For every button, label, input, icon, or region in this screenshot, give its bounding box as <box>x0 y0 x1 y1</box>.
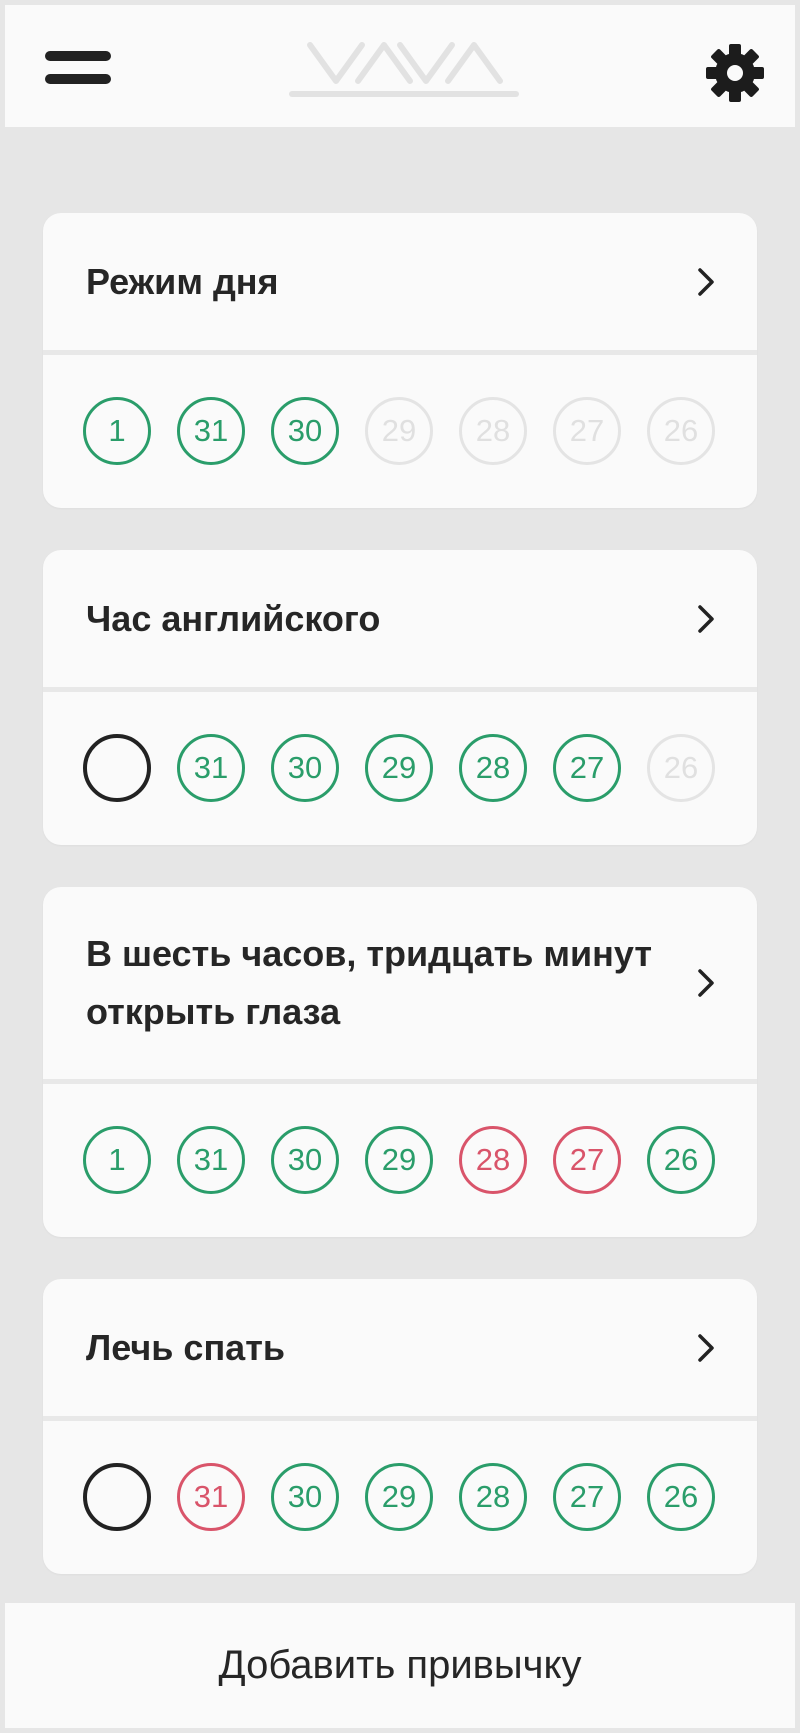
day-circle[interactable]: 27 <box>553 734 621 802</box>
app-header <box>5 5 795 127</box>
card-divider <box>43 1416 757 1421</box>
day-circle[interactable]: 30 <box>271 1463 339 1531</box>
day-circle[interactable]: 26 <box>647 1463 715 1531</box>
app-screen: Режим дня 1 31 30 29 28 27 26 Час англий… <box>0 0 800 1733</box>
habit-card: В шесть часов, тридцать минут открыть гл… <box>43 887 757 1237</box>
chevron-right-icon <box>698 969 714 997</box>
day-circle[interactable]: 1 <box>83 1126 151 1194</box>
day-row: 31 30 29 28 27 26 <box>83 1463 715 1531</box>
card-divider <box>43 1079 757 1084</box>
today-circle[interactable] <box>83 734 151 802</box>
hamburger-menu-icon[interactable] <box>45 46 111 88</box>
day-row: 1 31 30 29 28 27 26 <box>83 397 715 465</box>
day-circle[interactable]: 27 <box>553 397 621 465</box>
day-circle[interactable]: 31 <box>177 1463 245 1531</box>
day-circle[interactable]: 26 <box>647 397 715 465</box>
day-row: 31 30 29 28 27 26 <box>83 734 715 802</box>
habit-card-header[interactable]: Лечь спать <box>43 1279 757 1416</box>
day-circle[interactable]: 31 <box>177 734 245 802</box>
day-circle[interactable]: 27 <box>553 1126 621 1194</box>
habit-card: Режим дня 1 31 30 29 28 27 26 <box>43 213 757 508</box>
day-circle[interactable]: 28 <box>459 734 527 802</box>
habit-title: Лечь спать <box>86 1327 285 1368</box>
habit-title: Режим дня <box>86 261 279 302</box>
day-circle[interactable]: 28 <box>459 1463 527 1531</box>
habit-title: Час английского <box>86 598 381 639</box>
chevron-right-icon <box>698 605 714 633</box>
habit-card-header[interactable]: Режим дня <box>43 213 757 350</box>
card-divider <box>43 687 757 692</box>
day-circle[interactable]: 28 <box>459 397 527 465</box>
day-circle[interactable]: 26 <box>647 1126 715 1194</box>
habit-card-header[interactable]: Час английского <box>43 550 757 687</box>
day-circle[interactable]: 30 <box>271 1126 339 1194</box>
day-circle[interactable]: 29 <box>365 734 433 802</box>
day-circle[interactable]: 29 <box>365 1463 433 1531</box>
chevron-right-icon <box>698 1334 714 1362</box>
day-circle[interactable]: 31 <box>177 397 245 465</box>
habit-card: Час английского 31 30 29 28 27 26 <box>43 550 757 845</box>
day-circle[interactable]: 1 <box>83 397 151 465</box>
day-circle[interactable]: 26 <box>647 734 715 802</box>
day-circle[interactable]: 30 <box>271 397 339 465</box>
habit-card: Лечь спать 31 30 29 28 27 26 <box>43 1279 757 1574</box>
habit-card-header[interactable]: В шесть часов, тридцать минут открыть гл… <box>43 887 757 1079</box>
gear-icon[interactable] <box>705 43 765 103</box>
day-circle[interactable]: 30 <box>271 734 339 802</box>
day-circle[interactable]: 29 <box>365 397 433 465</box>
today-circle[interactable] <box>83 1463 151 1531</box>
card-divider <box>43 350 757 355</box>
habit-title: В шесть часов, тридцать минут открыть гл… <box>86 933 652 1032</box>
day-circle[interactable]: 29 <box>365 1126 433 1194</box>
add-habit-button[interactable]: Добавить привычку <box>5 1603 795 1728</box>
day-circle[interactable]: 27 <box>553 1463 621 1531</box>
day-circle[interactable]: 31 <box>177 1126 245 1194</box>
day-row: 1 31 30 29 28 27 26 <box>83 1126 715 1194</box>
app-logo <box>289 42 519 97</box>
day-circle[interactable]: 28 <box>459 1126 527 1194</box>
chevron-right-icon <box>698 268 714 296</box>
